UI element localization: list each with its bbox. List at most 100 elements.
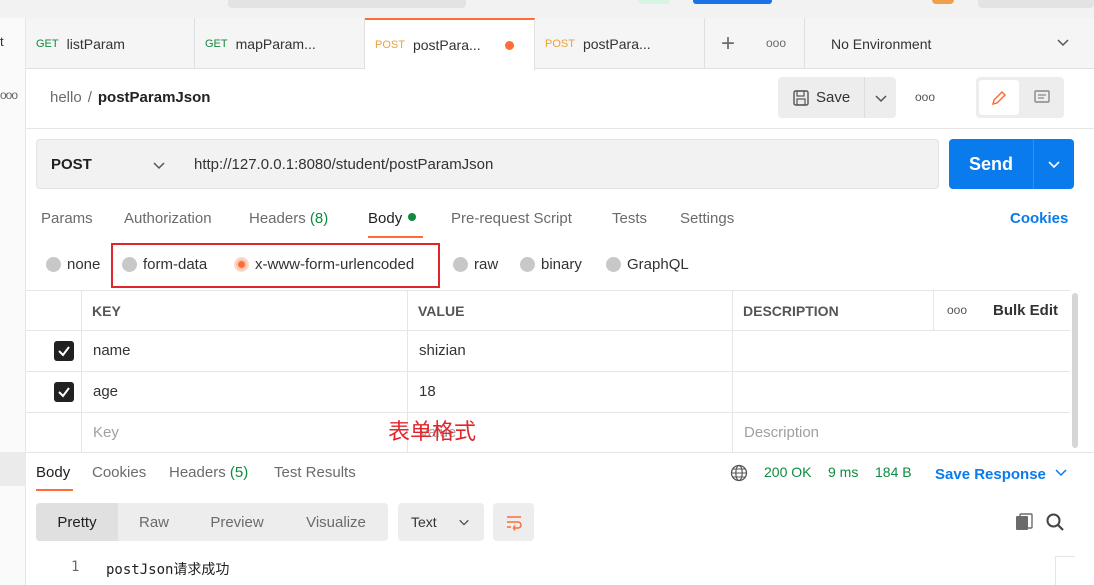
send-label: Send [968, 153, 1013, 174]
tab-post-param[interactable]: POST postPara... [535, 18, 705, 69]
row-key[interactable]: age [93, 383, 118, 400]
sidebar-selected-item[interactable] [0, 452, 26, 486]
radio-raw-label: raw [474, 256, 499, 273]
chevron-down-icon [1048, 161, 1060, 169]
breadcrumb: hello / postParamJson [50, 89, 210, 106]
tab-prerequest-script[interactable]: Pre-request Script [451, 210, 572, 227]
response-tab-body[interactable]: Body [36, 464, 70, 481]
unsaved-dot-icon [505, 41, 514, 50]
tab-title: postPara... [412, 37, 481, 53]
edit-mode-button[interactable] [979, 80, 1019, 115]
cookies-link[interactable]: Cookies [1010, 210, 1068, 227]
tab-list-param[interactable]: GET listParam [26, 18, 195, 69]
annotation-text: 表单格式 [388, 420, 477, 445]
response-body-text[interactable]: postJson请求成功 [106, 559, 229, 579]
radio-circle-icon [46, 257, 61, 272]
bulk-edit-button[interactable]: Bulk Edit [993, 302, 1058, 319]
view-visualize[interactable]: Visualize [284, 503, 388, 541]
globe-icon[interactable] [730, 464, 748, 482]
save-button[interactable]: Save [778, 77, 864, 118]
description-placeholder-input[interactable]: Description [744, 424, 819, 441]
col-value: VALUE [418, 303, 465, 319]
tab-authorization[interactable]: Authorization [124, 210, 212, 227]
response-size[interactable]: 184 B [875, 464, 912, 480]
chevron-down-icon [1055, 469, 1067, 477]
tab-post-param-json[interactable]: POST postPara... [365, 18, 535, 70]
comments-button[interactable] [1022, 80, 1062, 115]
search-icon[interactable] [1045, 512, 1065, 532]
response-scrollbar[interactable] [1055, 556, 1075, 585]
send-options-button[interactable] [1033, 139, 1074, 189]
sidebar-more-icon[interactable]: ooo [0, 88, 18, 102]
response-tab-cookies[interactable]: Cookies [92, 464, 146, 481]
col-key: KEY [92, 303, 121, 319]
avatar[interactable] [932, 0, 954, 4]
response-tab-test-results[interactable]: Test Results [274, 464, 356, 481]
breadcrumb-collection[interactable]: hello [50, 89, 82, 106]
tab-tests[interactable]: Tests [612, 210, 647, 227]
response-time[interactable]: 9 ms [828, 464, 858, 480]
table-row: name shizian [26, 331, 1070, 372]
highlight-box [111, 243, 440, 288]
upgrade-button[interactable] [978, 0, 1094, 8]
url-input[interactable]: http://127.0.0.1:8080/student/postParamJ… [180, 139, 939, 189]
divider [26, 452, 1094, 453]
tab-map-param[interactable]: GET mapParam... [195, 18, 365, 69]
environment-selector[interactable]: No Environment [804, 18, 1094, 69]
invite-button[interactable] [693, 0, 772, 4]
tab-settings[interactable]: Settings [680, 210, 734, 227]
environment-label: No Environment [831, 35, 932, 52]
wrap-lines-icon [506, 516, 522, 531]
wrap-lines-button[interactable] [493, 503, 534, 541]
sidebar-tab-label[interactable]: t [0, 34, 4, 49]
radio-circle-icon [606, 257, 621, 272]
radio-raw[interactable]: raw [453, 256, 498, 273]
tab-body-label: Body [368, 210, 403, 227]
column-divider [933, 290, 934, 331]
key-placeholder-input[interactable]: Key [93, 424, 119, 441]
row-value[interactable]: shizian [419, 342, 466, 359]
tab-title: listParam [66, 35, 125, 52]
app-top-strip [0, 0, 1094, 18]
tab-more-icon[interactable]: ooo [766, 36, 786, 50]
copy-icon[interactable] [1014, 512, 1034, 532]
tab-params[interactable]: Params [41, 210, 93, 227]
save-response-button[interactable]: Save Response [935, 465, 1068, 483]
format-label: Text [411, 514, 437, 530]
request-name[interactable]: postParamJson [98, 89, 211, 106]
active-tab-underline [368, 236, 423, 238]
table-row: age 18 [26, 372, 1070, 413]
view-preview[interactable]: Preview [190, 503, 284, 541]
response-tab-headers[interactable]: Headers (5) [169, 464, 248, 481]
breadcrumb-separator: / [87, 89, 92, 106]
tab-title: postPara... [582, 35, 651, 52]
format-select[interactable]: Text [398, 503, 484, 541]
radio-none[interactable]: none [46, 256, 100, 273]
view-raw[interactable]: Raw [118, 503, 190, 541]
request-tab-bar: GET listParam GET mapParam... POST postP… [26, 18, 1094, 70]
send-button[interactable]: Send [949, 139, 1033, 189]
checkmark-icon [58, 346, 70, 357]
save-label: Save [816, 89, 851, 106]
comment-icon [1034, 89, 1050, 103]
tab-method-badge: GET [205, 37, 228, 50]
status-code[interactable]: 200 OK [764, 464, 811, 480]
response-view-segmented: Pretty Raw Preview Visualize [36, 503, 388, 541]
row-checkbox[interactable] [54, 382, 74, 402]
tab-headers[interactable]: Headers (8) [249, 210, 328, 227]
row-key[interactable]: name [93, 342, 131, 359]
new-tab-plus-icon[interactable]: + [721, 30, 735, 58]
tab-body[interactable]: Body [368, 210, 417, 227]
method-select[interactable]: POST [36, 139, 181, 189]
more-actions-icon[interactable]: ooo [915, 90, 935, 104]
row-checkbox[interactable] [54, 341, 74, 361]
row-value[interactable]: 18 [419, 383, 436, 400]
table-scrollbar[interactable] [1072, 293, 1078, 448]
radio-graphql[interactable]: GraphQL [606, 256, 689, 273]
radio-binary[interactable]: binary [520, 256, 582, 273]
global-search-bar[interactable] [228, 0, 466, 8]
table-more-icon[interactable]: ooo [947, 303, 967, 317]
view-pretty[interactable]: Pretty [36, 503, 118, 541]
tab-method-badge: POST [375, 39, 405, 51]
save-options-button[interactable] [864, 77, 896, 118]
